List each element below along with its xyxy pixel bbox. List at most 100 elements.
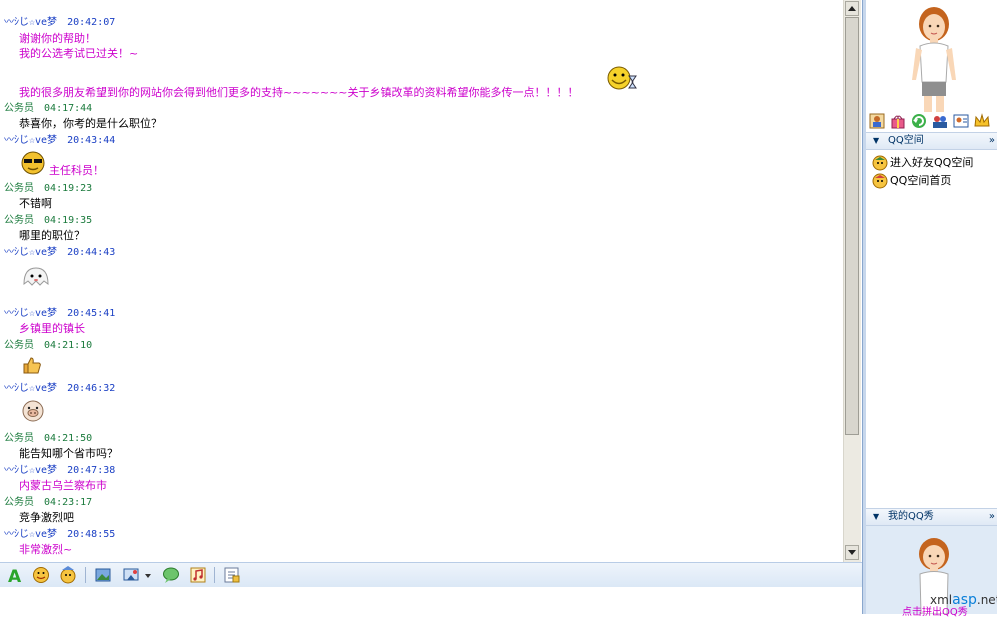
message-time: 04:19:35 — [44, 215, 93, 226]
message-header: 〰ｼじ☆ve梦 20:43:44 — [4, 134, 115, 147]
message-header: 〰ｼじ☆ve梦 20:46:32 — [4, 382, 115, 395]
sender-name: 〰ｼじ☆ve梦 — [4, 308, 58, 319]
sender-name: 公务员 — [4, 497, 34, 508]
sender-name: 〰ｼじ☆ve梦 — [4, 135, 58, 146]
qzone-link-label: QQ空间首页 — [890, 174, 952, 187]
message-header: 公务员 04:23:17 — [4, 496, 92, 509]
message-time: 04:17:44 — [44, 103, 93, 114]
friend-toolbar — [866, 112, 997, 132]
toolbar-divider — [214, 567, 215, 583]
group-icon[interactable] — [932, 113, 948, 129]
message-text: 不错啊 — [19, 197, 52, 210]
message-history-icon[interactable] — [223, 566, 241, 584]
message-text: 非常激烈~ — [19, 543, 73, 556]
send-image-icon[interactable] — [94, 566, 112, 584]
message-header: 公务员 04:21:10 — [4, 339, 92, 352]
site-watermark: xmlasp.net — [930, 592, 997, 608]
pig-emoji — [22, 400, 44, 422]
sender-name: 公务员 — [4, 433, 34, 444]
arrow-up-icon — [848, 6, 856, 11]
gift-icon[interactable] — [890, 113, 906, 129]
message-text: 谢谢你的帮助！ — [19, 32, 96, 45]
toolbar-divider — [85, 567, 86, 583]
friend-avatar — [912, 7, 956, 112]
message-header: 〰ｼじ☆ve梦 20:47:38 — [4, 464, 115, 477]
message-text: 恭喜你，你考的是什么职位？ — [19, 117, 162, 130]
ghost-emoji — [23, 267, 49, 286]
sender-name: 公务员 — [4, 340, 34, 351]
magic-face-icon[interactable] — [59, 566, 77, 584]
crown-icon[interactable] — [974, 113, 990, 129]
qqshow-panel-header[interactable]: ▼ 我的QQ秀 » — [866, 508, 997, 526]
message-time: 20:42:07 — [67, 17, 116, 28]
svg-text:A: A — [8, 567, 22, 584]
grin-hourglass-emoji — [607, 66, 637, 90]
scroll-down-button[interactable] — [845, 545, 859, 560]
sender-name: 〰ｼじ☆ve梦 — [4, 17, 58, 28]
qqshow-title: 我的QQ秀 — [888, 511, 934, 522]
message-time: 20:44:43 — [67, 247, 116, 258]
sender-name: 〰ｼじ☆ve梦 — [4, 529, 58, 540]
sender-name: 公务员 — [4, 103, 34, 114]
message-time: 04:23:17 — [44, 497, 93, 508]
add-friend-icon[interactable] — [869, 113, 885, 129]
message-header: 〰ｼじ☆ve梦 20:45:41 — [4, 307, 115, 320]
qzone-title: QQ空间 — [888, 135, 924, 146]
message-time: 20:43:44 — [67, 135, 116, 146]
message-text: 能告知哪个省市吗？ — [19, 447, 118, 460]
card-icon[interactable] — [953, 113, 969, 129]
chat-scrollbar[interactable] — [843, 0, 861, 562]
qzone-home-icon — [872, 173, 888, 189]
qzone-more-button[interactable]: » — [989, 133, 995, 149]
sunglasses-emoji — [21, 151, 45, 175]
qzone-link-label: 进入好友QQ空间 — [890, 156, 974, 169]
message-time: 04:21:50 — [44, 433, 93, 444]
chat-history[interactable]: 〰ｼじ☆ve梦 20:42:07 谢谢你的帮助！ 我的公选考试已过关！~ 我的很… — [0, 0, 843, 562]
qzone-panel-header[interactable]: ▼ QQ空间 » — [866, 132, 997, 150]
message-text: 主任科员！ — [49, 164, 104, 177]
qqshow-more-button[interactable]: » — [989, 509, 995, 525]
music-icon[interactable] — [189, 566, 207, 584]
message-header: 公务员 04:19:35 — [4, 214, 92, 227]
qzone-friend-icon — [872, 155, 888, 171]
watermark-mid: asp — [952, 592, 977, 608]
message-header: 〰ｼじ☆ve梦 20:44:43 — [4, 246, 115, 259]
refresh-icon[interactable] — [911, 113, 927, 129]
message-header: 公务员 04:17:44 — [4, 102, 92, 115]
message-input[interactable] — [0, 587, 862, 614]
message-text: 内蒙古乌兰察布市 — [19, 479, 107, 492]
message-text: 我的公选考试已过关！~ — [19, 47, 139, 60]
scroll-thumb[interactable] — [845, 17, 859, 435]
message-time: 20:48:55 — [67, 529, 116, 540]
message-time: 20:45:41 — [67, 308, 116, 319]
sender-name: 公务员 — [4, 183, 34, 194]
font-icon[interactable]: A — [6, 566, 24, 584]
sender-name: 〰ｼじ☆ve梦 — [4, 383, 58, 394]
message-time: 04:21:10 — [44, 340, 93, 351]
message-text: 乡镇里的镇长 — [19, 322, 85, 335]
watermark-prefix: xml — [930, 593, 953, 607]
message-header: 〰ｼじ☆ve梦 20:48:55 — [4, 528, 115, 541]
message-header: 〰ｼじ☆ve梦 20:42:07 — [4, 16, 115, 29]
chat-bubble-icon[interactable] — [162, 566, 180, 584]
arrow-down-icon — [848, 550, 856, 555]
message-header: 公务员 04:21:50 — [4, 432, 92, 445]
emoticon-icon[interactable] — [32, 566, 50, 584]
sender-name: 〰ｼじ☆ve梦 — [4, 247, 58, 258]
collapse-arrow-icon[interactable]: ▼ — [873, 133, 879, 149]
sender-name: 〰ｼじ☆ve梦 — [4, 465, 58, 476]
sender-name: 公务员 — [4, 215, 34, 226]
message-time: 04:19:23 — [44, 183, 93, 194]
message-header: 公务员 04:19:23 — [4, 182, 92, 195]
friend-qq-show[interactable] — [866, 0, 997, 112]
collapse-arrow-icon[interactable]: ▼ — [873, 509, 879, 525]
screenshot-dropdown-icon[interactable] — [143, 566, 153, 584]
message-text: 竞争激烈吧 — [19, 511, 74, 524]
message-text: 我的很多朋友希望到你的网站你会得到他们更多的支持~~~~~~~关于乡镇改革的资料… — [19, 86, 579, 99]
watermark-suffix: .net — [976, 593, 997, 607]
scroll-up-button[interactable] — [845, 1, 859, 16]
message-text: 哪里的职位？ — [19, 229, 85, 242]
screenshot-icon[interactable] — [122, 566, 140, 584]
chat-toolbar: A — [0, 562, 862, 588]
message-time: 20:47:38 — [67, 465, 116, 476]
